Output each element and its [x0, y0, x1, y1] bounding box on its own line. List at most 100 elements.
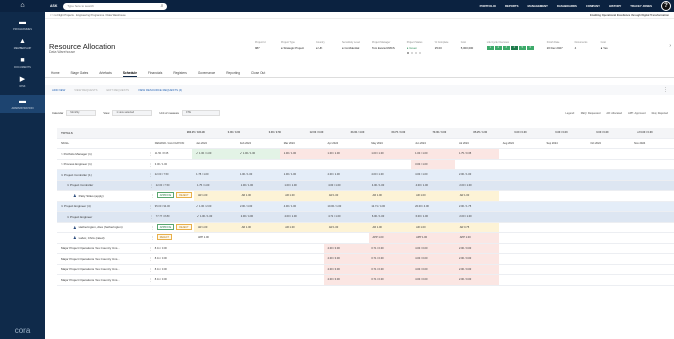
allocation-cell[interactable]: 4.00 / 0.00: [411, 275, 455, 285]
allocation-cell[interactable]: 1.00 / 1.00: [236, 180, 281, 190]
toolbar-view-requests[interactable]: VIEW REQUESTS: [74, 88, 97, 92]
allocation-cell[interactable]: 6.00 / 1.00: [367, 212, 412, 222]
allocation-cell[interactable]: [499, 180, 543, 190]
allocation-cell[interactable]: [192, 265, 236, 275]
allocation-cell[interactable]: 20.00 / 4.00: [411, 201, 455, 211]
row-name[interactable]: ∨ Project Controller: [67, 183, 150, 187]
tab-financials[interactable]: Financials: [148, 68, 162, 77]
allocation-cell[interactable]: [630, 191, 674, 201]
allocation-cell[interactable]: [236, 275, 280, 285]
allocation-cell[interactable]: AR 1.00: [324, 191, 369, 201]
more-icon[interactable]: ⋮: [663, 87, 668, 93]
allocation-cell[interactable]: [586, 180, 631, 190]
allocation-cell[interactable]: [586, 212, 631, 222]
unit-select[interactable]: FTE: [182, 110, 221, 116]
topnav-reports[interactable]: REPORTS: [505, 4, 519, 8]
allocation-cell[interactable]: AR 1.00: [412, 222, 456, 232]
allocation-cell[interactable]: [498, 170, 543, 180]
allocation-cell[interactable]: 2.00 / 4.00: [236, 212, 281, 222]
allocation-cell[interactable]: 4.00 / 1.00: [324, 180, 368, 190]
topnav-company[interactable]: COMPANY: [586, 4, 600, 8]
allocation-cell[interactable]: [499, 212, 543, 222]
allocation-cell[interactable]: [542, 180, 587, 190]
stage-3[interactable]: 3: [502, 46, 510, 50]
allocation-cell[interactable]: [587, 223, 631, 233]
allocation-cell[interactable]: [630, 201, 674, 211]
allocation-cell[interactable]: [280, 275, 324, 285]
allocation-cell[interactable]: [543, 265, 587, 275]
allocation-cell[interactable]: 2.00 / 0.00: [454, 264, 499, 274]
row-name[interactable]: Major Project Operations Yes Country Uns…: [61, 278, 149, 282]
allocation-cell[interactable]: [280, 244, 324, 254]
allocation-cell[interactable]: ✔ 1.00 / 2.00: [192, 201, 236, 211]
row-name[interactable]: Labor, Chris (rated): [79, 236, 151, 240]
allocation-cell[interactable]: 0.71 / 0.00: [367, 243, 412, 253]
tab-registers[interactable]: Registers: [173, 68, 186, 77]
home-icon[interactable]: ⌂: [0, 0, 45, 12]
allocation-cell[interactable]: APP 1.00: [455, 233, 500, 243]
allocation-cell[interactable]: 4.00 / 1.00: [323, 170, 368, 180]
toolbar-add-new[interactable]: ADD NEW: [52, 88, 65, 92]
stage-1[interactable]: 1: [486, 46, 494, 50]
allocation-cell[interactable]: [499, 233, 543, 243]
row-name[interactable]: > Portfolio Manager (1): [61, 152, 149, 156]
table-row[interactable]: ∨ Project Engineer (4) ⋮ 95.00 / 94.00 ✔ 1.…: [57, 201, 674, 212]
allocation-cell[interactable]: [586, 201, 631, 211]
allocation-cell[interactable]: [455, 160, 499, 170]
allocation-cell[interactable]: [236, 254, 280, 264]
allocation-cell[interactable]: [236, 160, 280, 170]
allocation-cell[interactable]: APP 1.00: [194, 233, 238, 243]
topnav-history[interactable]: HISTORY: [609, 4, 621, 8]
allocation-cell[interactable]: [499, 160, 543, 170]
allocation-cell[interactable]: [586, 160, 630, 170]
allocation-cell[interactable]: 2.00 / 0.00: [454, 254, 499, 264]
allocation-cell[interactable]: [630, 223, 674, 233]
allocation-cell[interactable]: [367, 160, 411, 170]
approve-button[interactable]: APPROVE: [156, 192, 175, 199]
allocation-cell[interactable]: [543, 254, 587, 264]
table-row[interactable]: ∨ Project Controller (1) ⋮ 22.00 / 7.50 1.7…: [57, 170, 674, 181]
allocation-cell[interactable]: [499, 254, 543, 264]
allocation-cell[interactable]: AR 1.00: [324, 222, 369, 232]
allocation-cell[interactable]: [325, 233, 369, 243]
allocation-cell[interactable]: [542, 170, 587, 180]
stage-5[interactable]: 5: [518, 46, 526, 50]
allocation-cell[interactable]: 1.00 / 1.00: [367, 149, 412, 159]
allocation-cell[interactable]: 4.00 / 1.00: [367, 170, 412, 180]
allocation-cell[interactable]: [543, 244, 587, 254]
topnav-tracey-jones[interactable]: TRACEY JONES: [630, 4, 652, 8]
row-name[interactable]: Major Project Operations Yes Country Uns…: [61, 267, 149, 271]
allocation-cell[interactable]: APP 1.00: [412, 233, 456, 243]
search-input[interactable]: Type here to search ⌕: [63, 2, 168, 10]
rail-item-documents[interactable]: ■ DOCUMENTS: [0, 57, 45, 69]
allocation-cell[interactable]: [499, 149, 543, 159]
row-name[interactable]: Major Project Operations Yes Country Uns…: [61, 246, 149, 250]
allocation-cell[interactable]: [543, 233, 587, 243]
allocation-cell[interactable]: [280, 160, 324, 170]
allocation-cell[interactable]: AR 1.00: [237, 191, 282, 201]
row-name[interactable]: ∨ Project Controller (1): [61, 173, 149, 177]
table-row[interactable]: ♟ Patty Stiles (apply) ⋮ APPROVE REJECT AR 1.…: [57, 191, 674, 202]
row-name[interactable]: > Process Engineer (1): [61, 162, 149, 166]
table-row[interactable]: ♟ Hetherington, Alex (hetherington) ⋮ APPRO…: [57, 222, 674, 233]
allocation-cell[interactable]: 4.00 / 0.00: [323, 254, 368, 264]
allocation-cell[interactable]: ✔ 1.00 / 1.00: [235, 149, 280, 159]
allocation-cell[interactable]: 0.71 / 0.00: [367, 275, 412, 285]
allocation-cell[interactable]: [192, 275, 236, 285]
allocation-cell[interactable]: 4.00 / 1.00: [280, 212, 325, 222]
allocation-cell[interactable]: [499, 275, 543, 285]
allocation-cell[interactable]: [630, 212, 674, 222]
table-row[interactable]: ♟ Labor, Chris (rated) ⋮ REJECT APP 1.00 APP …: [57, 233, 674, 244]
help-icon[interactable]: ?: [661, 1, 671, 11]
reject-button[interactable]: REJECT: [156, 234, 173, 241]
topnav-portfolio[interactable]: PORTFOLIO: [480, 4, 496, 8]
allocation-cell[interactable]: [586, 254, 630, 264]
allocation-cell[interactable]: AR 1.00: [237, 222, 282, 232]
table-row[interactable]: Major Project Operations Yes Country Uns…: [57, 254, 674, 265]
allocation-cell[interactable]: 4.00 / 1.00: [411, 170, 455, 180]
allocation-cell[interactable]: ✔ 1.00 / 1.00: [193, 212, 237, 222]
tab-reporting[interactable]: Reporting: [226, 68, 240, 77]
toolbar-edit-requests[interactable]: EDIT REQUESTS: [107, 88, 129, 92]
tab-home[interactable]: Home: [51, 68, 60, 77]
allocation-cell[interactable]: ✔ 1.00 / 1.00: [192, 149, 236, 159]
